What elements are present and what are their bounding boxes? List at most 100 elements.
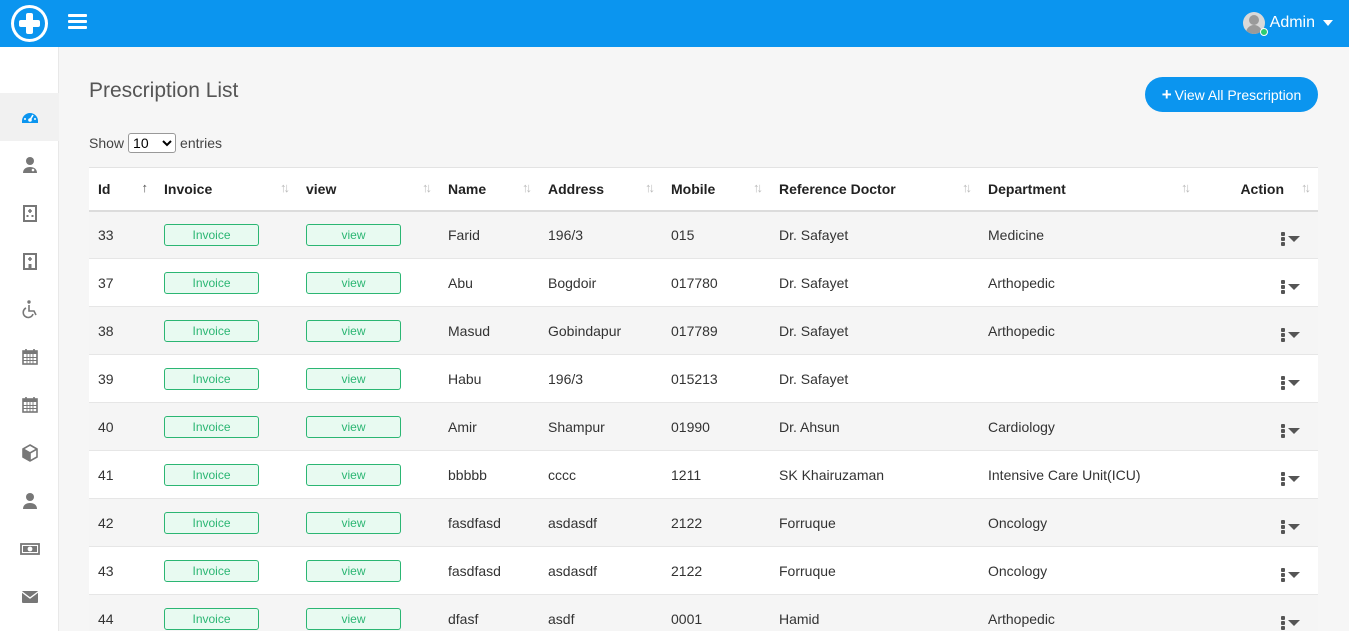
invoice-button[interactable]: Invoice <box>164 463 259 486</box>
invoice-button[interactable]: Invoice <box>164 559 259 582</box>
row-action-menu[interactable] <box>1281 567 1300 582</box>
cell-id: 40 <box>98 418 114 435</box>
sidebar-item-appointments[interactable] <box>0 333 59 381</box>
row-action-menu[interactable] <box>1281 471 1300 486</box>
view-button[interactable]: view <box>306 415 401 438</box>
cell-mobile: 0001 <box>671 610 703 627</box>
cell-name: Amir <box>448 418 477 435</box>
view-button[interactable]: view <box>306 463 401 486</box>
chevron-down-icon <box>1288 571 1300 578</box>
view-button[interactable]: view <box>306 559 401 582</box>
invoice-button[interactable]: Invoice <box>164 607 259 630</box>
column-header-name[interactable]: Name ↑↓ <box>439 168 539 211</box>
plus-icon: + <box>1161 84 1172 104</box>
hamburger-menu-icon[interactable] <box>68 14 87 30</box>
view-all-prescription-button[interactable]: + View All Prescription <box>1145 77 1318 112</box>
cell-name: Farid <box>448 226 480 243</box>
kebab-icon <box>1281 615 1285 630</box>
row-action-menu[interactable] <box>1281 519 1300 534</box>
sort-icon: ↑↓ <box>753 180 763 195</box>
view-button[interactable]: view <box>306 271 401 294</box>
column-header-action[interactable]: Action ↑↓ <box>1198 168 1318 211</box>
cell-mobile: 01990 <box>671 418 710 435</box>
cell-reference-doctor: SK Khairuzaman <box>779 466 885 483</box>
sidebar-item-departments[interactable] <box>0 237 59 285</box>
cell-id: 42 <box>98 514 114 531</box>
chevron-down-icon <box>1288 236 1300 242</box>
invoice-button[interactable]: Invoice <box>164 367 259 390</box>
dashboard-icon <box>21 113 38 123</box>
cell-department <box>979 355 1198 403</box>
cell-id: 33 <box>98 226 114 243</box>
sort-icon: ↑↓ <box>1301 180 1311 195</box>
row-action-menu[interactable] <box>1281 279 1300 294</box>
kebab-icon <box>1281 471 1285 486</box>
cell-reference-doctor: Forruque <box>779 562 836 579</box>
invoice-button[interactable]: Invoice <box>164 271 259 294</box>
medical-cross-logo-icon[interactable] <box>11 5 48 42</box>
invoice-button[interactable]: Invoice <box>164 511 259 534</box>
chevron-down-icon <box>1288 427 1300 434</box>
column-header-department[interactable]: Department ↑↓ <box>979 168 1198 211</box>
table-row: 44 Invoice view dfasf asdf 0001 Hamid Arthopedi… <box>89 594 1318 631</box>
table-row: 37 Invoice view Abu Bogdoir 017780 Dr. Safayet… <box>89 259 1318 307</box>
envelope-icon <box>21 591 38 603</box>
sidebar-item-dashboard[interactable] <box>0 93 59 141</box>
cell-department: Arthopedic <box>988 274 1055 291</box>
sort-icon: ↑↓ <box>422 180 432 195</box>
entries-select[interactable]: 10 <box>128 133 177 153</box>
column-header-id[interactable]: Id ↑ <box>89 168 155 211</box>
cell-name: fasdfasd <box>448 562 501 579</box>
invoice-button[interactable]: Invoice <box>164 319 259 342</box>
user-name: Admin <box>1269 14 1315 31</box>
sidebar-item-inventory[interactable] <box>0 429 59 477</box>
table-row: 40 Invoice view Amir Shampur 01990 Dr. Ahsun Ca… <box>89 402 1318 451</box>
show-label: Show <box>89 135 125 151</box>
cell-reference-doctor: Dr. Safayet <box>779 274 849 291</box>
view-button[interactable]: view <box>306 319 401 342</box>
sidebar-item-users[interactable] <box>0 477 59 525</box>
cell-id: 37 <box>98 274 114 291</box>
row-action-menu[interactable] <box>1281 375 1300 390</box>
column-header-mobile[interactable]: Mobile ↑↓ <box>662 168 770 211</box>
column-header-reference-doctor[interactable]: Reference Doctor ↑↓ <box>770 168 979 211</box>
sidebar-item-doctors[interactable] <box>0 141 59 189</box>
kebab-icon <box>1281 423 1285 438</box>
sidebar-item-schedule[interactable] <box>0 381 59 429</box>
hospital-icon <box>22 205 37 222</box>
row-action-menu[interactable] <box>1281 423 1300 438</box>
sidebar-item-hospital[interactable] <box>0 189 59 237</box>
column-header-view[interactable]: view ↑↓ <box>297 168 439 211</box>
main-content: Prescription List + View All Prescriptio… <box>60 47 1349 631</box>
cell-reference-doctor: Dr. Safayet <box>779 226 849 243</box>
chevron-down-icon <box>1288 331 1300 338</box>
row-action-menu[interactable] <box>1281 327 1300 342</box>
invoice-button[interactable]: Invoice <box>164 223 259 246</box>
view-button[interactable]: view <box>306 511 401 534</box>
cell-name: Habu <box>448 370 482 387</box>
view-button[interactable]: view <box>306 607 401 630</box>
chevron-down-icon <box>1288 523 1300 530</box>
invoice-button[interactable]: Invoice <box>164 415 259 438</box>
sort-icon: ↑↓ <box>280 180 290 195</box>
cell-name: bbbbb <box>448 466 487 483</box>
building-icon <box>22 253 37 270</box>
sidebar-item-patients[interactable] <box>0 285 59 333</box>
view-button[interactable]: view <box>306 223 401 246</box>
cell-address: 196/3 <box>548 370 584 387</box>
user-icon <box>22 493 37 509</box>
view-button[interactable]: view <box>306 367 401 390</box>
user-menu[interactable]: Admin <box>1242 11 1333 36</box>
column-header-address[interactable]: Address ↑↓ <box>539 168 662 211</box>
cell-mobile: 2122 <box>671 514 703 531</box>
sidebar-item-messages[interactable] <box>0 573 59 621</box>
cell-mobile: 017780 <box>671 274 718 291</box>
row-action-menu[interactable] <box>1281 232 1300 247</box>
sidebar-item-accounts[interactable] <box>0 525 59 573</box>
column-header-invoice[interactable]: Invoice ↑↓ <box>155 168 297 211</box>
chevron-down-icon <box>1288 619 1300 626</box>
cell-id: 43 <box>98 562 114 579</box>
row-action-menu[interactable] <box>1281 615 1300 630</box>
kebab-icon <box>1281 279 1285 294</box>
cell-mobile: 017789 <box>671 322 718 339</box>
